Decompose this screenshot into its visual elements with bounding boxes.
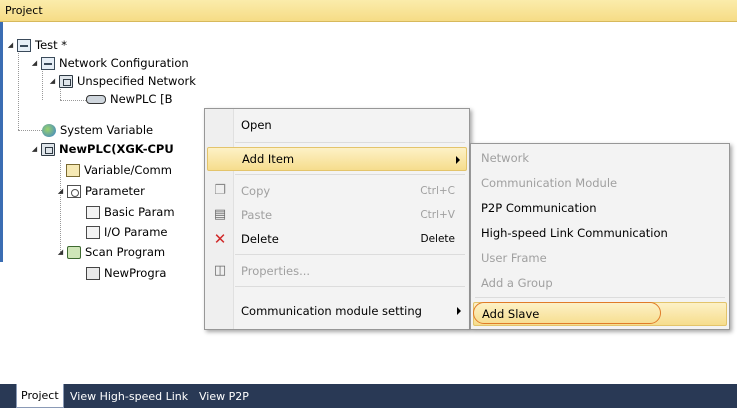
menu-item-copy[interactable]: ❐ Copy Ctrl+C <box>207 179 467 203</box>
menu-item-label: Properties... <box>241 264 311 278</box>
tab-project[interactable]: Project <box>16 384 64 408</box>
menu-item-communication-module-setting[interactable]: Communication module setting <box>207 299 467 323</box>
submenu-item-high-speed-link[interactable]: High-speed Link Communication <box>473 221 727 245</box>
tree-item-variable-comment[interactable]: Variable/Comm <box>66 161 172 179</box>
tree-item-project[interactable]: ◢ Test * <box>6 36 67 54</box>
menu-item-shortcut: Delete <box>420 233 456 245</box>
expand-toggle-icon[interactable]: ◢ <box>30 145 39 154</box>
tree-item-label: Parameter <box>85 184 145 198</box>
tab-label: Project <box>21 389 59 402</box>
parameter-doc-icon <box>86 225 100 239</box>
plc-icon <box>41 142 55 156</box>
tree-item-label: Unspecified Network <box>77 74 196 88</box>
submenu-item-add-slave[interactable]: Add Slave <box>473 302 727 326</box>
submenu-item-add-a-group[interactable]: Add a Group <box>473 271 727 295</box>
parameter-icon <box>67 184 81 198</box>
tree-item-label: Variable/Comm <box>84 163 172 177</box>
scan-program-icon <box>67 245 81 259</box>
tree-item-label: NewPLC(XGK-CPU <box>59 142 174 156</box>
plc-icon <box>59 74 73 88</box>
expand-toggle-icon[interactable]: ◢ <box>6 41 15 50</box>
menu-item-add-item[interactable]: Add Item <box>207 147 467 171</box>
menu-item-label: P2P Communication <box>481 201 597 215</box>
expand-toggle-icon[interactable]: ◢ <box>30 59 39 68</box>
tree-item-parameter[interactable]: ◢ Parameter <box>56 182 145 200</box>
menu-item-shortcut: Ctrl+V <box>420 209 455 221</box>
parameter-doc-icon <box>86 205 100 219</box>
tree-item-network-configuration[interactable]: ◢ Network Configuration <box>30 54 189 72</box>
bottom-tab-bar: Project View High-speed Link View P2P <box>0 384 737 408</box>
tree-item-label: System Variable <box>60 123 154 137</box>
paste-icon: ▤ <box>213 207 227 222</box>
expand-toggle-icon[interactable]: ◢ <box>56 248 65 257</box>
menu-item-label: Add Item <box>242 152 295 166</box>
expand-toggle-icon[interactable]: ◢ <box>56 187 65 196</box>
tree-item-label: NewPLC [B <box>110 92 173 106</box>
menu-item-label: Paste <box>241 208 273 222</box>
context-menu: Open Add Item ❐ Copy Ctrl+C ▤ Paste Ctrl… <box>204 108 470 330</box>
tree-item-label: Basic Param <box>104 205 175 219</box>
network-icon <box>17 38 31 52</box>
tree-item-label: I/O Parame <box>104 225 168 239</box>
submenu-item-p2p-communication[interactable]: P2P Communication <box>473 196 727 220</box>
tree-item-newplc-link[interactable]: NewPLC [B <box>86 90 173 108</box>
tree-guide-line <box>60 100 88 101</box>
menu-item-label: Open <box>241 118 272 132</box>
link-icon <box>86 94 106 104</box>
menu-item-properties[interactable]: ◫ Properties... <box>207 259 467 283</box>
menu-item-label: User Frame <box>481 251 547 265</box>
menu-item-label: Network <box>481 151 530 165</box>
menu-item-open[interactable]: Open <box>207 113 467 137</box>
expand-toggle-icon[interactable]: ◢ <box>48 77 57 86</box>
menu-separator <box>235 254 465 255</box>
system-variable-icon <box>42 123 56 137</box>
menu-item-label: Communication module setting <box>241 304 422 318</box>
tree-item-newprogram[interactable]: NewProgra <box>86 264 166 282</box>
menu-item-label: High-speed Link Communication <box>481 226 668 240</box>
properties-icon: ◫ <box>213 263 227 278</box>
menu-separator <box>235 174 465 175</box>
tree-item-system-variable[interactable]: System Variable <box>42 121 153 139</box>
tree-item-label: Test * <box>35 38 68 52</box>
submenu-arrow-icon <box>457 307 461 315</box>
menu-item-label: Delete <box>241 232 279 246</box>
program-icon <box>86 266 100 280</box>
tree-item-label: NewProgra <box>104 266 167 280</box>
pane-title: Project <box>5 4 43 17</box>
variable-icon <box>66 163 80 177</box>
tree-item-io-parameter[interactable]: I/O Parame <box>86 223 168 241</box>
project-pane-header: Project <box>0 0 737 22</box>
menu-item-label: Copy <box>241 184 271 198</box>
menu-item-label: Communication Module <box>481 176 618 190</box>
tree-guide-line <box>60 160 61 252</box>
tree-item-scan-program[interactable]: ◢ Scan Program <box>56 243 165 261</box>
menu-separator <box>235 286 465 287</box>
menu-item-shortcut: Ctrl+C <box>420 185 455 197</box>
submenu-item-network[interactable]: Network <box>473 146 727 170</box>
tab-view-p2p[interactable]: View P2P <box>199 384 249 408</box>
menu-item-label: Add a Group <box>481 276 553 290</box>
tab-label: View P2P <box>199 389 249 403</box>
submenu-item-communication-module[interactable]: Communication Module <box>473 171 727 195</box>
delete-icon: ✕ <box>213 230 227 248</box>
tree-item-label: Scan Program <box>85 245 166 259</box>
submenu-arrow-icon <box>456 156 460 164</box>
tab-label: View High-speed Link <box>70 389 189 403</box>
tab-view-high-speed-link[interactable]: View High-speed Link <box>70 384 188 408</box>
annotation-oval <box>473 302 661 324</box>
menu-separator <box>475 297 725 298</box>
menu-item-paste[interactable]: ▤ Paste Ctrl+V <box>207 203 467 227</box>
tree-item-unspecified-network[interactable]: ◢ Unspecified Network <box>48 72 196 90</box>
menu-item-delete[interactable]: ✕ Delete Delete <box>207 227 467 251</box>
network-config-icon <box>41 56 55 70</box>
submenu-item-user-frame[interactable]: User Frame <box>473 246 727 270</box>
tree-item-label: Network Configuration <box>59 56 189 70</box>
copy-icon: ❐ <box>214 183 226 198</box>
tree-item-newplc-cpu[interactable]: ◢ NewPLC(XGK-CPU <box>30 140 174 158</box>
tree-item-basic-parameter[interactable]: Basic Param <box>86 203 175 221</box>
add-item-submenu: Network Communication Module P2P Communi… <box>470 143 730 330</box>
menu-separator <box>235 142 465 143</box>
